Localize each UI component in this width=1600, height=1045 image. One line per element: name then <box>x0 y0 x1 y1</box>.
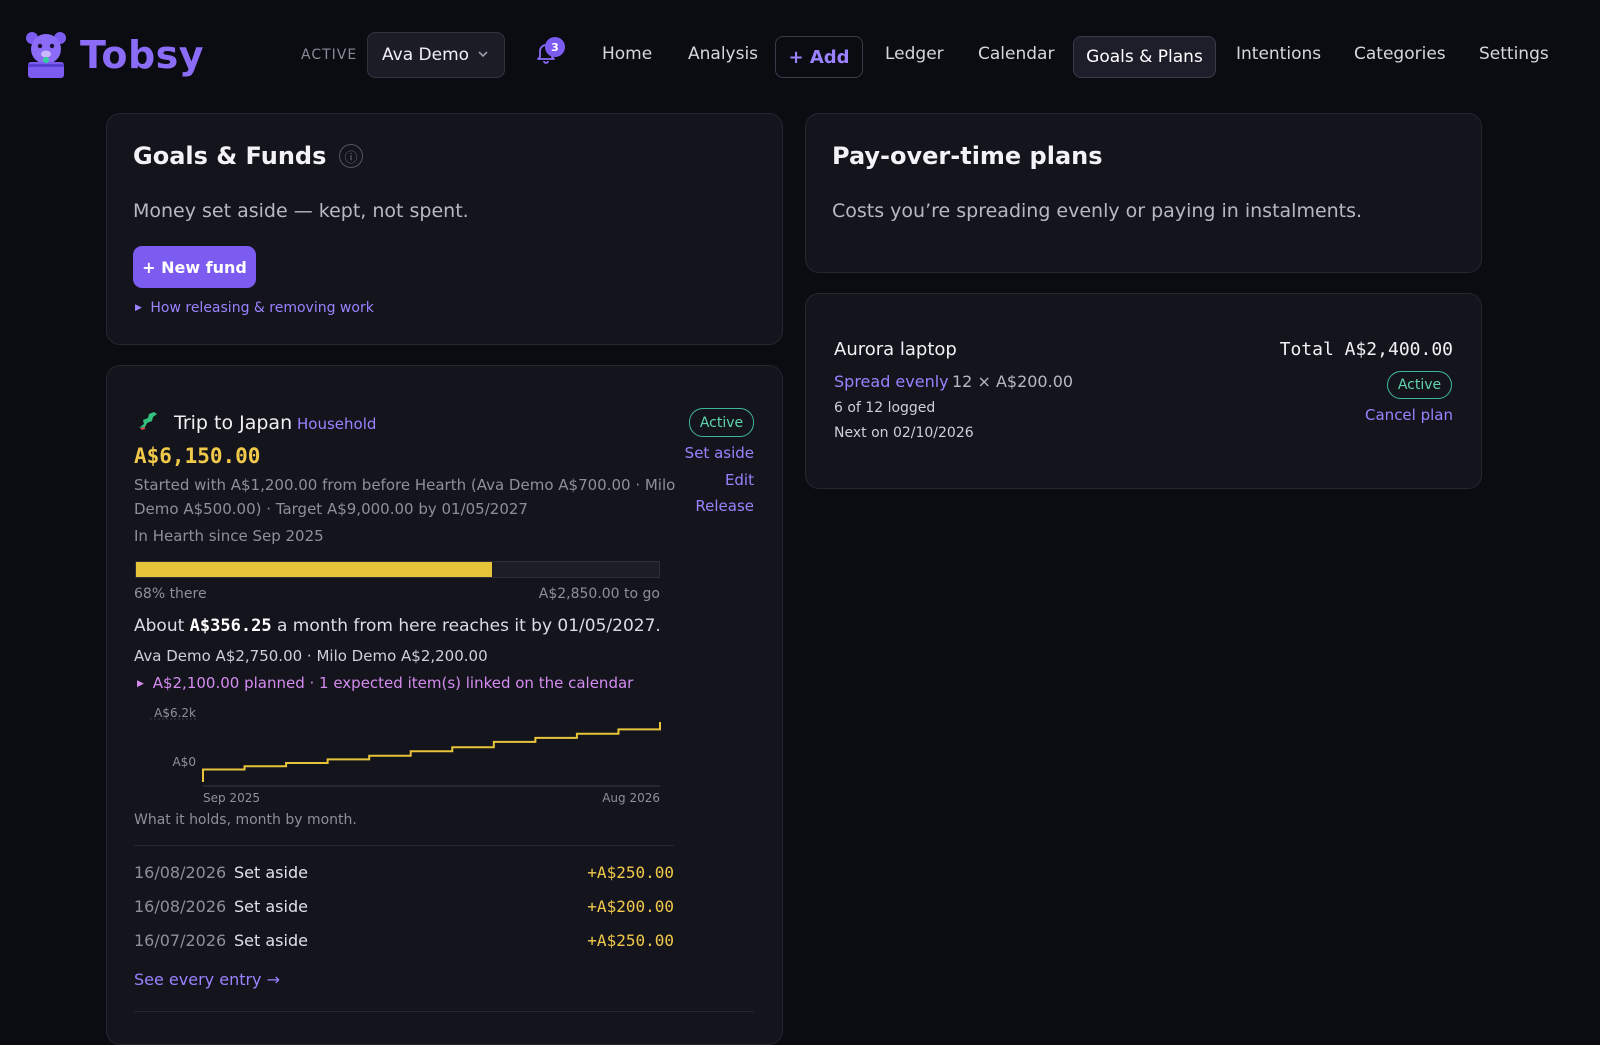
entry-row[interactable]: 16/08/2026 Set aside +A$250.00 <box>134 863 674 887</box>
set-aside-link[interactable]: Set aside <box>685 444 754 462</box>
fund-status-badge: Active <box>689 408 754 437</box>
entry-date: 16/08/2026 <box>134 863 227 882</box>
plans-title: Pay-over-time plans <box>832 142 1103 170</box>
chevron-down-icon <box>478 51 488 58</box>
add-button[interactable]: + Add <box>775 36 863 78</box>
plan-logged: 6 of 12 logged <box>834 400 936 416</box>
nav-home[interactable]: Home <box>602 44 652 64</box>
projection-amount: A$356.25 <box>189 616 272 636</box>
top-bar: Tobsy ACTIVE Ava Demo 3 Home Analysis + … <box>0 0 1600 112</box>
active-profile-label: ACTIVE <box>301 47 358 63</box>
release-link[interactable]: Release <box>695 497 754 515</box>
see-every-entry-link[interactable]: See every entry → <box>134 970 280 989</box>
plan-total: Total A$2,400.00 <box>1279 339 1453 360</box>
fund-amount: A$6,150.00 <box>134 444 261 468</box>
to-go-label: A$2,850.00 to go <box>538 586 660 602</box>
nav-calendar[interactable]: Calendar <box>978 44 1054 64</box>
nav-goals-plans[interactable]: Goals & Plans <box>1073 36 1216 78</box>
fund-footer-divider <box>134 1011 754 1012</box>
entry-date: 16/07/2026 <box>134 931 227 950</box>
caret-right-icon: ▶ <box>137 679 144 689</box>
nav-ledger[interactable]: Ledger <box>885 44 944 64</box>
entry-label: Set aside <box>234 897 308 916</box>
edit-link[interactable]: Edit <box>725 471 754 489</box>
fund-details-line-2: Demo A$500.00) · Target A$9,000.00 by 01… <box>134 500 528 518</box>
fund-details-line-1: Started with A$1,200.00 from before Hear… <box>134 476 676 494</box>
chart-y-tick-max: A$6.2k <box>154 706 196 720</box>
fund-tag[interactable]: Household <box>297 415 376 433</box>
caret-right-icon: ▶ <box>135 303 142 313</box>
fund-emoji-icon <box>136 408 160 438</box>
entry-row[interactable]: 16/08/2026 Set aside +A$200.00 <box>134 897 674 921</box>
projection-pre: About <box>134 616 190 636</box>
plans-subtitle: Costs you’re spreading evenly or paying … <box>832 200 1363 222</box>
fund-since: In Hearth since Sep 2025 <box>134 527 324 545</box>
app-logo-text[interactable]: Tobsy <box>80 33 204 77</box>
new-fund-button[interactable]: + New fund <box>133 246 256 288</box>
plan-name: Aurora laptop <box>834 339 957 360</box>
chart-x-tick-start: Sep 2025 <box>203 791 260 805</box>
plan-type-link[interactable]: Spread evenly <box>834 372 949 391</box>
plans-panel <box>805 113 1482 273</box>
plan-card <box>805 293 1482 489</box>
progress-label: 68% there <box>134 586 207 602</box>
bear-logo-icon[interactable] <box>24 30 68 80</box>
entry-amount: +A$250.00 <box>587 931 674 950</box>
entries-divider <box>134 845 674 846</box>
entry-date: 16/08/2026 <box>134 897 227 916</box>
profile-name: Ava Demo <box>382 45 470 65</box>
goals-title: Goals & Funds <box>133 142 327 170</box>
fund-history-chart: A$6.2k A$0 Sep 2025 Aug 2026 <box>150 706 661 805</box>
chart-caption: What it holds, month by month. <box>134 812 357 828</box>
help-disclosure[interactable]: ▶ How releasing & removing work <box>135 300 374 316</box>
plan-next: Next on 02/10/2026 <box>834 425 974 441</box>
fund-progress-bar <box>135 561 660 578</box>
entry-label: Set aside <box>234 863 308 882</box>
planned-text: A$2,100.00 planned · 1 expected item(s) … <box>152 674 634 692</box>
nav-categories[interactable]: Categories <box>1354 44 1446 64</box>
nav-settings[interactable]: Settings <box>1479 44 1549 64</box>
goals-subtitle: Money set aside — kept, not spent. <box>133 200 469 222</box>
chart-y-tick-min: A$0 <box>173 755 196 769</box>
chart-x-tick-end: Aug 2026 <box>602 791 660 805</box>
entry-row[interactable]: 16/07/2026 Set aside +A$250.00 <box>134 931 674 955</box>
chart-series-line <box>202 722 661 782</box>
profile-select[interactable]: Ava Demo <box>367 32 505 78</box>
nav-analysis[interactable]: Analysis <box>688 44 758 64</box>
cancel-plan-link[interactable]: Cancel plan <box>1365 406 1453 424</box>
contributors: Ava Demo A$2,750.00 · Milo Demo A$2,200.… <box>134 647 488 665</box>
plan-schedule: 12 × A$200.00 <box>952 372 1074 391</box>
fund-name: Trip to Japan <box>174 412 293 434</box>
help-link: How releasing & removing work <box>150 300 374 316</box>
entry-amount: +A$250.00 <box>587 863 674 882</box>
entry-label: Set aside <box>234 931 308 950</box>
planned-disclosure[interactable]: ▶ A$2,100.00 planned · 1 expected item(s… <box>137 674 633 692</box>
projection-text: About A$356.25 a month from here reaches… <box>134 616 661 636</box>
fund-progress-fill <box>136 562 492 577</box>
info-icon[interactable]: ⓘ <box>339 144 363 168</box>
notification-badge: 3 <box>545 37 565 57</box>
entry-amount: +A$200.00 <box>587 897 674 916</box>
plan-status-badge: Active <box>1387 371 1452 399</box>
nav-intentions[interactable]: Intentions <box>1236 44 1321 64</box>
projection-post: a month from here reaches it by 01/05/20… <box>271 616 661 636</box>
